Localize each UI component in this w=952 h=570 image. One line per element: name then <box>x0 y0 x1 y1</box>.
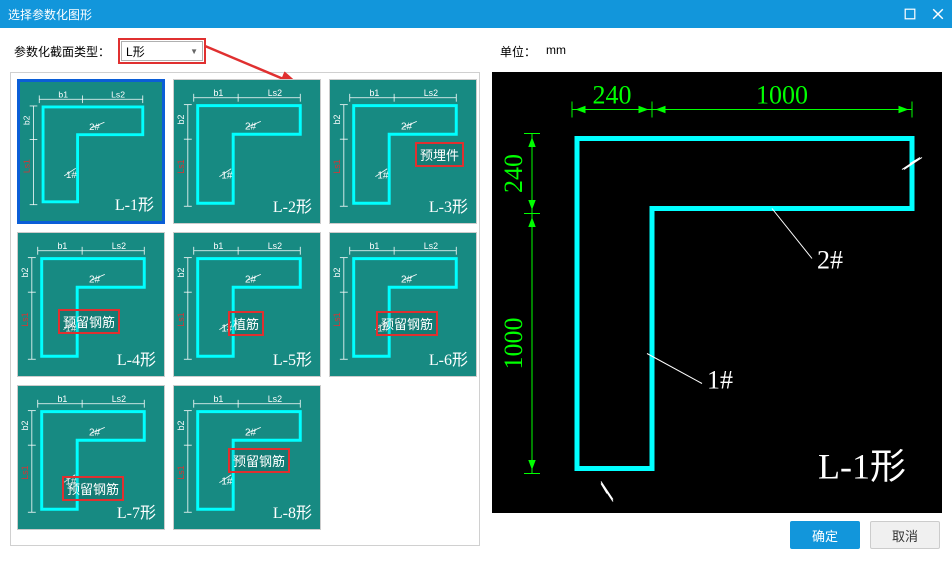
svg-text:2#: 2# <box>401 121 412 132</box>
svg-text:b1: b1 <box>213 394 223 404</box>
thumb-L-2形[interactable]: b1 Ls2 b2 Ls1 2# 1# L-2形 <box>173 79 321 224</box>
svg-text:b2: b2 <box>20 420 30 430</box>
svg-text:Ls2: Ls2 <box>424 241 438 251</box>
svg-text:b1: b1 <box>57 394 67 404</box>
svg-text:b2: b2 <box>20 267 30 277</box>
svg-text:Ls1: Ls1 <box>22 159 32 173</box>
svg-text:1#: 1# <box>66 170 77 181</box>
svg-text:b2: b2 <box>176 114 186 124</box>
svg-text:2#: 2# <box>401 274 412 285</box>
thumb-badge: 预留钢筋 <box>62 476 124 501</box>
window-title: 选择参数化图形 <box>8 6 92 23</box>
svg-text:2#: 2# <box>245 274 256 285</box>
svg-text:Ls2: Ls2 <box>268 241 282 251</box>
thumbnail-grid: b1 Ls2 b2 Ls1 2# 1# L-1形 b1 Ls2 b2 Ls1 2… <box>10 72 480 546</box>
thumb-L-4形[interactable]: b1 Ls2 b2 Ls1 2# 1# L-4形预留钢筋 <box>17 232 165 377</box>
thumb-label: L-1形 <box>115 191 154 215</box>
type-select[interactable]: L形 ▼ <box>121 41 203 61</box>
thumb-label: L-6形 <box>429 346 468 370</box>
svg-text:240: 240 <box>593 81 632 110</box>
thumb-badge: 预留钢筋 <box>228 448 290 473</box>
svg-text:2#: 2# <box>89 122 100 133</box>
cancel-button[interactable]: 取消 <box>870 521 940 549</box>
thumb-label: L-7形 <box>117 499 156 523</box>
window-controls <box>904 8 944 20</box>
svg-text:Ls1: Ls1 <box>20 312 30 326</box>
type-label: 参数化截面类型： <box>14 43 110 60</box>
svg-text:b1: b1 <box>213 241 223 251</box>
thumb-L-1形[interactable]: b1 Ls2 b2 Ls1 2# 1# L-1形 <box>17 79 165 224</box>
svg-text:b2: b2 <box>332 114 342 124</box>
svg-text:Ls2: Ls2 <box>424 88 438 98</box>
thumb-badge: 预埋件 <box>415 142 464 167</box>
thumb-L-8形[interactable]: b1 Ls2 b2 Ls1 2# 1# L-8形 预留钢筋 <box>173 385 321 530</box>
thumb-L-7形[interactable]: b1 Ls2 b2 Ls1 2# 1# L-7形预留钢筋 <box>17 385 165 530</box>
svg-text:b1: b1 <box>369 241 379 251</box>
thumb-label: L-2形 <box>273 193 312 217</box>
svg-text:2#: 2# <box>89 427 100 438</box>
maximize-icon[interactable] <box>904 8 916 20</box>
svg-text:b1: b1 <box>369 88 379 98</box>
svg-text:Ls2: Ls2 <box>268 88 282 98</box>
svg-text:Ls1: Ls1 <box>332 312 342 326</box>
svg-text:2#: 2# <box>245 121 256 132</box>
svg-text:Ls1: Ls1 <box>332 159 342 173</box>
svg-text:2#: 2# <box>245 427 256 438</box>
svg-text:b1: b1 <box>58 89 68 99</box>
unit-value: mm <box>546 43 566 60</box>
svg-text:1#: 1# <box>221 171 232 182</box>
svg-text:Ls2: Ls2 <box>112 241 126 251</box>
thumb-badge: 植筋 <box>228 311 264 336</box>
svg-text:Ls2: Ls2 <box>111 89 125 99</box>
svg-text:Ls1: Ls1 <box>176 159 186 173</box>
unit-label: 单位： <box>500 43 536 60</box>
thumb-label: L-4形 <box>117 346 156 370</box>
type-select-highlight: L形 ▼ <box>118 38 206 64</box>
svg-text:Ls2: Ls2 <box>268 394 282 404</box>
svg-text:1000: 1000 <box>499 318 528 370</box>
thumb-L-3形[interactable]: b1 Ls2 b2 Ls1 2# 1# L-3形 预埋件 <box>329 79 477 224</box>
close-icon[interactable] <box>932 8 944 20</box>
svg-text:240: 240 <box>499 154 528 193</box>
svg-text:Ls1: Ls1 <box>20 465 30 479</box>
svg-text:Ls1: Ls1 <box>176 312 186 326</box>
type-value: L形 <box>126 43 145 60</box>
unit-block: 单位： mm <box>500 43 566 60</box>
thumb-L-5形[interactable]: b1 Ls2 b2 Ls1 2# 1# L-5形植筋 <box>173 232 321 377</box>
svg-text:b1: b1 <box>213 88 223 98</box>
svg-text:Ls1: Ls1 <box>176 465 186 479</box>
svg-text:1#: 1# <box>377 171 388 182</box>
chevron-down-icon: ▼ <box>190 47 198 56</box>
thumb-label: L-5形 <box>273 346 312 370</box>
svg-text:L-1形: L-1形 <box>818 447 906 487</box>
thumb-badge: 预留钢筋 <box>58 309 120 334</box>
svg-text:2#: 2# <box>89 274 100 285</box>
thumb-label: L-8形 <box>273 499 312 523</box>
svg-text:Ls2: Ls2 <box>112 394 126 404</box>
right-panel: 240 1000 240 1000 <box>492 72 942 549</box>
top-row: 参数化截面类型： L形 ▼ 单位： mm <box>0 28 952 72</box>
button-row: 确定 取消 <box>492 513 942 549</box>
svg-text:b2: b2 <box>22 115 32 125</box>
svg-text:b2: b2 <box>176 420 186 430</box>
ok-button[interactable]: 确定 <box>790 521 860 549</box>
titlebar: 选择参数化图形 <box>0 0 952 28</box>
thumb-badge: 预留钢筋 <box>376 311 438 336</box>
svg-text:1000: 1000 <box>756 81 808 110</box>
thumb-label: L-3形 <box>429 193 468 217</box>
preview-canvas: 240 1000 240 1000 <box>492 72 942 513</box>
svg-text:b1: b1 <box>57 241 67 251</box>
svg-text:1#: 1# <box>221 477 232 488</box>
svg-text:b2: b2 <box>176 267 186 277</box>
svg-text:2#: 2# <box>817 246 843 275</box>
svg-text:1#: 1# <box>707 366 733 395</box>
svg-text:b2: b2 <box>332 267 342 277</box>
thumb-L-6形[interactable]: b1 Ls2 b2 Ls1 2# 1# L-6形预留钢筋 <box>329 232 477 377</box>
content: b1 Ls2 b2 Ls1 2# 1# L-1形 b1 Ls2 b2 Ls1 2… <box>0 72 952 549</box>
